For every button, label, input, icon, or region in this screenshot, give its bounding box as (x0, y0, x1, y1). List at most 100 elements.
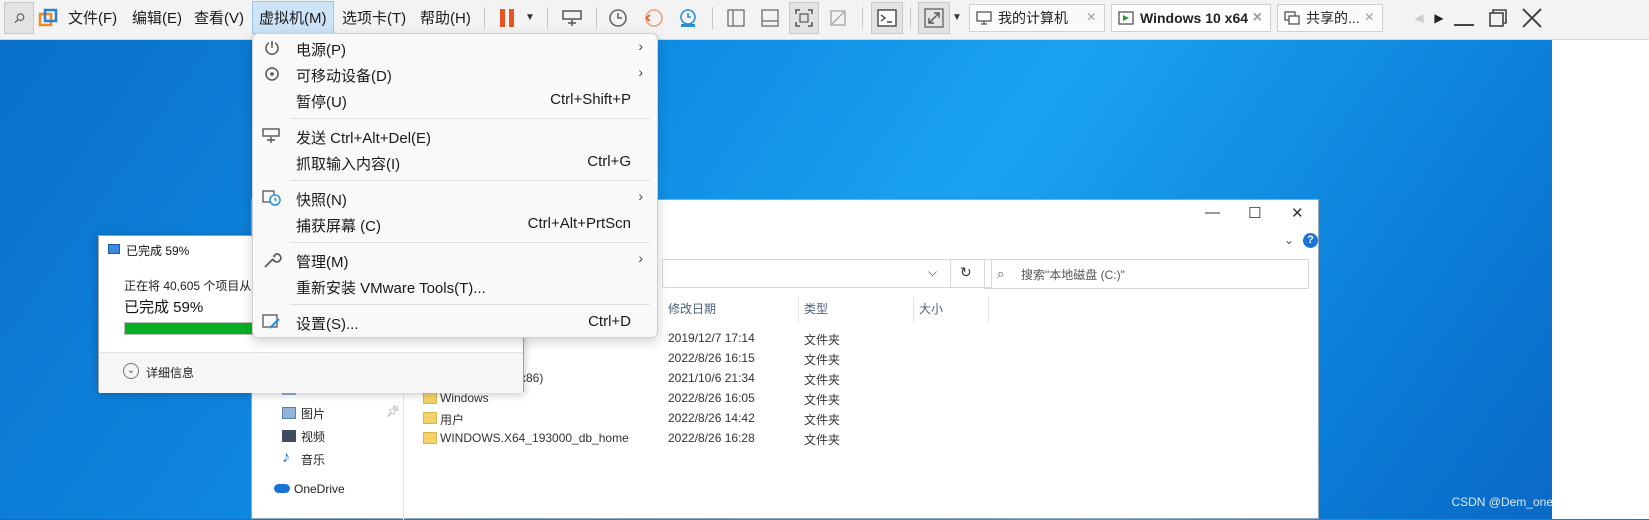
minimize-window-button[interactable] (1452, 0, 1476, 35)
music-icon: ♪ (282, 449, 290, 466)
shared-icon (1284, 11, 1300, 25)
row-date: 2022/8/26 16:28 (668, 431, 755, 445)
submenu-arrow-icon: › (638, 188, 643, 204)
removable-device-icon (265, 67, 279, 81)
pause-button[interactable] (494, 0, 520, 35)
show-thumbnail-bar-button[interactable] (756, 0, 784, 35)
pin-icon[interactable]: 📌︎ (386, 405, 400, 418)
menu-item-label: 暂停(U) (296, 94, 347, 111)
library-icon (727, 8, 745, 27)
refresh-icon[interactable]: ↻ (960, 264, 972, 281)
row-type: 文件夹 (804, 433, 841, 447)
ribbon-expand-icon[interactable]: ⌄ (1284, 233, 1294, 247)
menu-item-reinstall-vmware-tools[interactable]: 重新安装 VMware Tools(T)... (253, 273, 657, 299)
fullscreen-button[interactable] (789, 2, 819, 34)
menu-item-send-ctrl-alt-del[interactable]: 发送 Ctrl+Alt+Del(E) (253, 123, 657, 149)
row-date: 2022/8/26 16:05 (668, 391, 755, 405)
row-type: 文件夹 (804, 413, 841, 427)
menu-item-removable-devices[interactable]: 可移动设备(D) › (253, 61, 657, 87)
vm-dropdown-menu: 电源(P) › 可移动设备(D) › 暂停(U) Ctrl+Shift+P 发送… (252, 33, 658, 338)
menu-help[interactable]: 帮助(H) (414, 0, 477, 35)
tab-windows-10[interactable]: Windows 10 x64 × (1111, 4, 1271, 32)
vm-play-icon (1118, 11, 1134, 25)
menu-vm[interactable]: 虚拟机(M) (252, 1, 334, 34)
revert-snapshot-button[interactable] (640, 0, 668, 35)
menu-item-power[interactable]: 电源(P) › (253, 35, 657, 61)
maximize-button[interactable]: ☐ (1248, 204, 1261, 222)
stretch-icon (924, 8, 944, 28)
restore-window-button[interactable] (1486, 0, 1510, 35)
close-tab-icon[interactable]: × (1253, 9, 1262, 27)
unity-button[interactable] (824, 0, 852, 35)
toolbar-separator (547, 7, 548, 29)
vmware-logo-icon (38, 8, 58, 26)
tab-shared[interactable]: 共享的... × (1277, 4, 1383, 32)
tab-my-computer[interactable]: 我的计算机 × (969, 4, 1105, 32)
menu-tabs[interactable]: 选项卡(T) (336, 0, 412, 35)
minimize-button[interactable]: — (1205, 204, 1220, 221)
send-keys-icon (262, 128, 280, 143)
vmware-logo (36, 0, 60, 35)
tab-label: 我的计算机 (998, 10, 1068, 26)
progress-bar-fill (125, 323, 260, 334)
menu-item-label: 设置(S)... (296, 316, 359, 333)
address-dropdown-icon[interactable]: ⌵ (928, 265, 937, 280)
menu-item-label: 捕获屏幕 (C) (296, 218, 381, 235)
status-line: 正在将 40,605 个项目从 (124, 279, 252, 293)
menu-item-pause[interactable]: 暂停(U) Ctrl+Shift+P (253, 87, 657, 113)
help-icon[interactable]: ? (1303, 233, 1318, 248)
scroll-tabs-left-icon[interactable]: ◀ (1410, 0, 1428, 35)
close-tab-icon[interactable]: × (1087, 9, 1096, 27)
menu-view[interactable]: 查看(V) (188, 0, 250, 35)
column-divider[interactable] (913, 296, 914, 322)
pictures-icon (282, 407, 296, 419)
row-type: 文件夹 (804, 393, 841, 407)
send-ctrl-alt-del-button[interactable] (558, 0, 586, 35)
close-tab-icon[interactable]: × (1365, 9, 1374, 27)
menu-edit[interactable]: 编辑(E) (126, 0, 188, 35)
percent-text: 已完成 59% (124, 299, 204, 316)
toolbar-separator (862, 7, 863, 29)
computer-icon (976, 11, 992, 25)
menu-item-capture-screen[interactable]: 捕获屏幕 (C) Ctrl+Alt+PrtScn (253, 211, 657, 237)
menu-item-snapshot[interactable]: 快照(N) › (253, 185, 657, 211)
column-divider[interactable] (988, 296, 989, 322)
menu-item-settings[interactable]: 设置(S)... Ctrl+D (253, 309, 657, 335)
column-header-size[interactable]: 大小 (919, 300, 943, 317)
snapshot-icon (262, 190, 281, 206)
snapshot-button[interactable] (604, 0, 632, 35)
menu-item-label: 重新安装 VMware Tools(T)... (296, 280, 486, 297)
column-header-type[interactable]: 类型 (804, 300, 828, 317)
search-icon: ⌕ (997, 266, 1005, 281)
revert-snapshot-icon (645, 8, 663, 27)
search-input[interactable]: ⌕ 搜索"本地磁盘 (C:)" (984, 259, 1309, 289)
details-toggle[interactable]: 详细信息 (146, 364, 194, 381)
menu-item-label: 抓取输入内容(I) (296, 156, 401, 173)
menu-item-grab-input[interactable]: 抓取输入内容(I) Ctrl+G (253, 149, 657, 175)
menu-item-shortcut: Ctrl+D (588, 313, 631, 330)
menu-file[interactable]: 文件(F) (62, 0, 123, 35)
snapshot-manager-button[interactable] (674, 0, 702, 35)
expand-details-icon[interactable]: ⌄ (123, 363, 139, 379)
close-button[interactable]: ✕ (1291, 204, 1304, 222)
power-dropdown-icon[interactable]: ▼ (522, 0, 538, 35)
menu-item-shortcut: Ctrl+Shift+P (550, 91, 631, 108)
show-library-button[interactable] (722, 0, 750, 35)
column-header-date[interactable]: 修改日期 (668, 300, 716, 317)
column-divider[interactable] (798, 296, 799, 322)
videos-icon (282, 430, 296, 442)
dialog-footer: ⌄ 详细信息 (99, 352, 523, 393)
close-window-button[interactable] (1518, 0, 1546, 35)
stretch-dropdown-icon[interactable]: ▼ (950, 0, 964, 35)
pin-toolbar-button[interactable]: ⚲ (4, 2, 34, 34)
console-view-button[interactable] (871, 2, 903, 34)
menu-separator (290, 180, 650, 181)
scroll-tabs-right-icon[interactable]: ▶ (1430, 0, 1448, 35)
menu-separator (290, 242, 650, 243)
send-keys-icon (562, 9, 582, 26)
stretch-guest-button[interactable] (918, 2, 950, 34)
address-bar[interactable]: ⌵ ↻ (662, 259, 992, 288)
menu-item-manage[interactable]: 管理(M) › (253, 247, 657, 273)
search-placeholder: 搜索"本地磁盘 (C:)" (1021, 267, 1125, 282)
power-icon (265, 41, 279, 55)
